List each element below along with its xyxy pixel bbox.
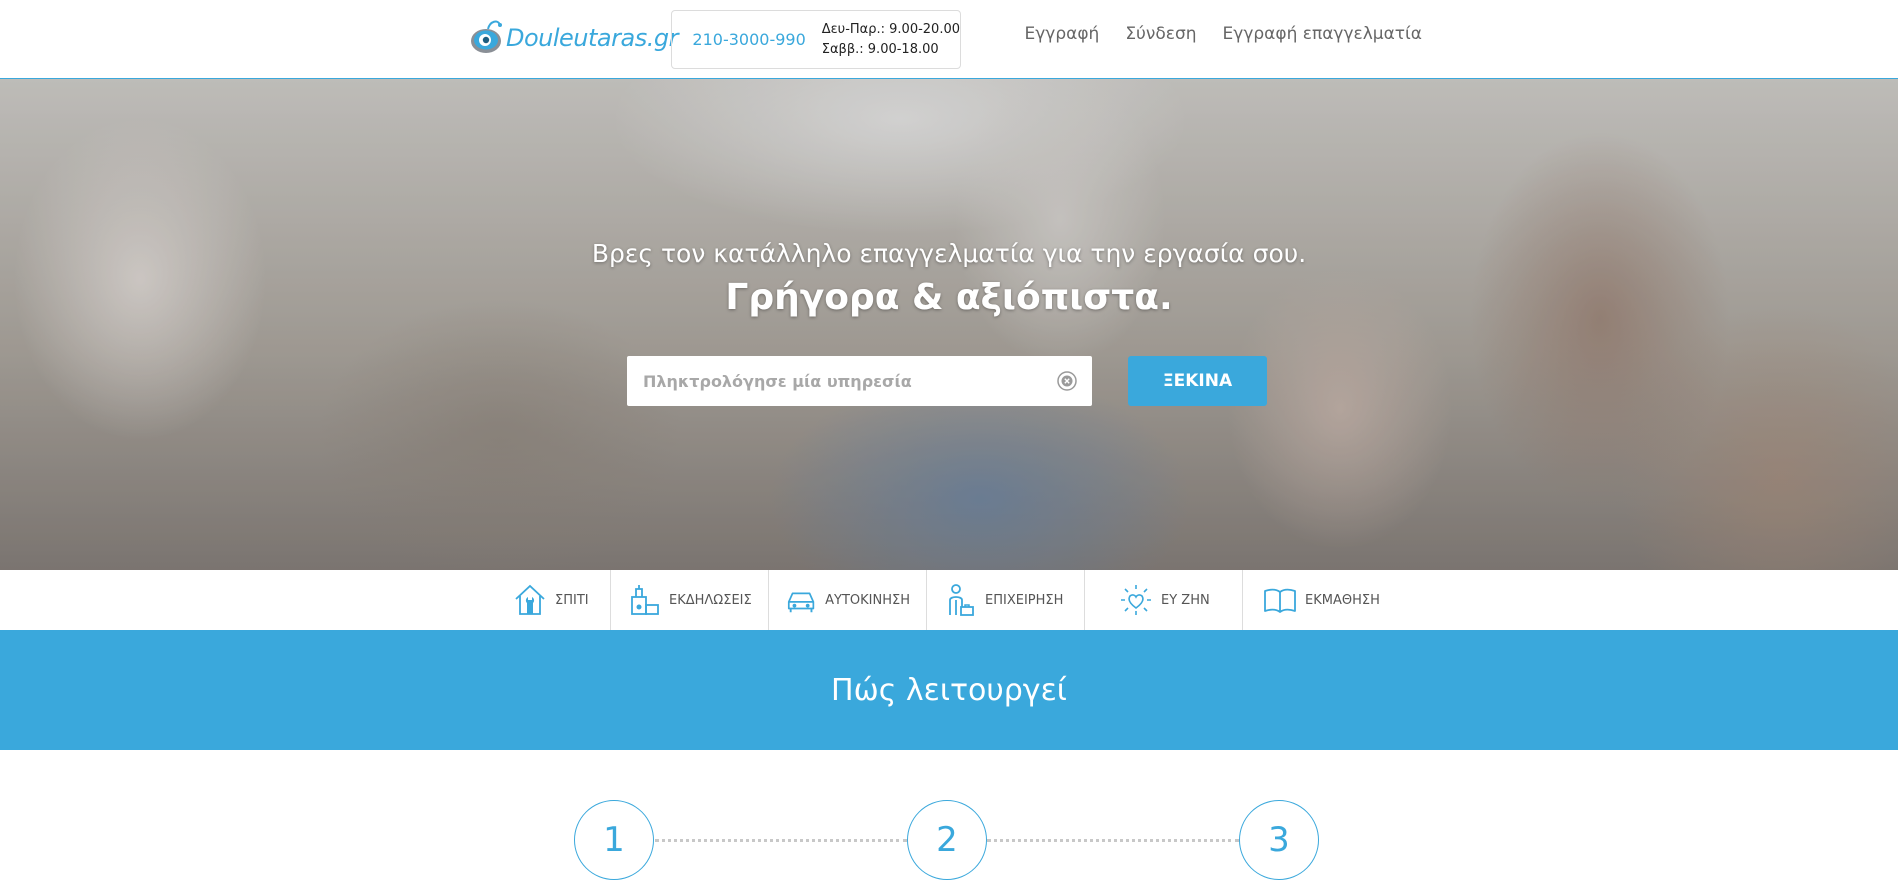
logo-mascot-icon — [471, 20, 502, 53]
hero-banner: Βρες τον κατάλληλο επαγγελματία για την … — [0, 79, 1898, 570]
phone-number-link[interactable]: 210-3000-990 — [692, 30, 805, 49]
how-it-works-banner: Πώς λειτουργεί — [0, 630, 1898, 750]
site-logo[interactable]: Douleutaras.gr — [470, 12, 678, 58]
nav-login-link[interactable]: Σύνδεση — [1125, 24, 1196, 44]
nav-register-pro-link[interactable]: Εγγραφή επαγγελματία — [1223, 24, 1422, 44]
contact-box: 210-3000-990 Δευ-Παρ.: 9.00-20.00 Σαββ.:… — [671, 10, 961, 69]
events-icon — [631, 585, 659, 615]
steps-section: 1 2 3 — [0, 750, 1898, 886]
hero-title: Γρήγορα & αξιόπιστα. — [725, 277, 1173, 318]
category-learning[interactable]: ΕΚΜΑΘΗΣΗ — [1243, 570, 1401, 630]
logo-text: Douleutaras.gr — [506, 24, 678, 52]
top-nav: Εγγραφή Σύνδεση Εγγραφή επαγγελματία — [1024, 24, 1422, 44]
service-search-box — [627, 356, 1092, 406]
category-label: ΕΥ ΖΗΝ — [1161, 592, 1210, 608]
step-circle-1: 1 — [574, 800, 654, 880]
start-search-button[interactable]: ΞΕΚΙΝΑ — [1128, 356, 1267, 406]
opening-hours: Δευ-Παρ.: 9.00-20.00 Σαββ.: 9.00-18.00 — [822, 18, 960, 62]
category-label: ΕΚΜΑΘΗΣΗ — [1305, 592, 1380, 608]
house-icon — [515, 584, 545, 615]
business-icon — [949, 584, 974, 616]
category-bar: ΣΠΙΤΙ ΕΚΔΗΛΩΣΕΙΣ ΑΥΤΟΚΙΝΗΣΗ ΕΠΙΧΕΙΡΗΣΗ Ε… — [0, 570, 1898, 630]
category-business[interactable]: ΕΠΙΧΕΙΡΗΣΗ — [927, 570, 1085, 630]
car-icon — [787, 592, 815, 613]
service-search-input[interactable] — [627, 356, 1056, 406]
hero-subtitle: Βρες τον κατάλληλο επαγγελματία για την … — [591, 239, 1307, 268]
site-header: Douleutaras.gr 210-3000-990 Δευ-Παρ.: 9.… — [0, 0, 1898, 79]
category-label: ΣΠΙΤΙ — [555, 592, 589, 608]
clear-search-icon[interactable] — [1056, 370, 1078, 392]
step-circle-2: 2 — [907, 800, 987, 880]
category-automotive[interactable]: ΑΥΤΟΚΙΝΗΣΗ — [769, 570, 927, 630]
heart-sun-icon — [1121, 585, 1151, 615]
category-home[interactable]: ΣΠΙΤΙ — [497, 570, 611, 630]
nav-register-link[interactable]: Εγγραφή — [1024, 24, 1099, 44]
category-wellbeing[interactable]: ΕΥ ΖΗΝ — [1085, 570, 1243, 630]
category-label: ΑΥΤΟΚΙΝΗΣΗ — [825, 592, 910, 608]
step-connector — [655, 839, 907, 842]
step-connector — [987, 839, 1239, 842]
category-events[interactable]: ΕΚΔΗΛΩΣΕΙΣ — [611, 570, 769, 630]
book-icon — [1264, 588, 1296, 613]
step-circle-3: 3 — [1239, 800, 1319, 880]
category-label: ΕΚΔΗΛΩΣΕΙΣ — [669, 592, 752, 608]
how-it-works-title: Πώς λειτουργεί — [831, 672, 1067, 708]
category-label: ΕΠΙΧΕΙΡΗΣΗ — [985, 592, 1064, 608]
